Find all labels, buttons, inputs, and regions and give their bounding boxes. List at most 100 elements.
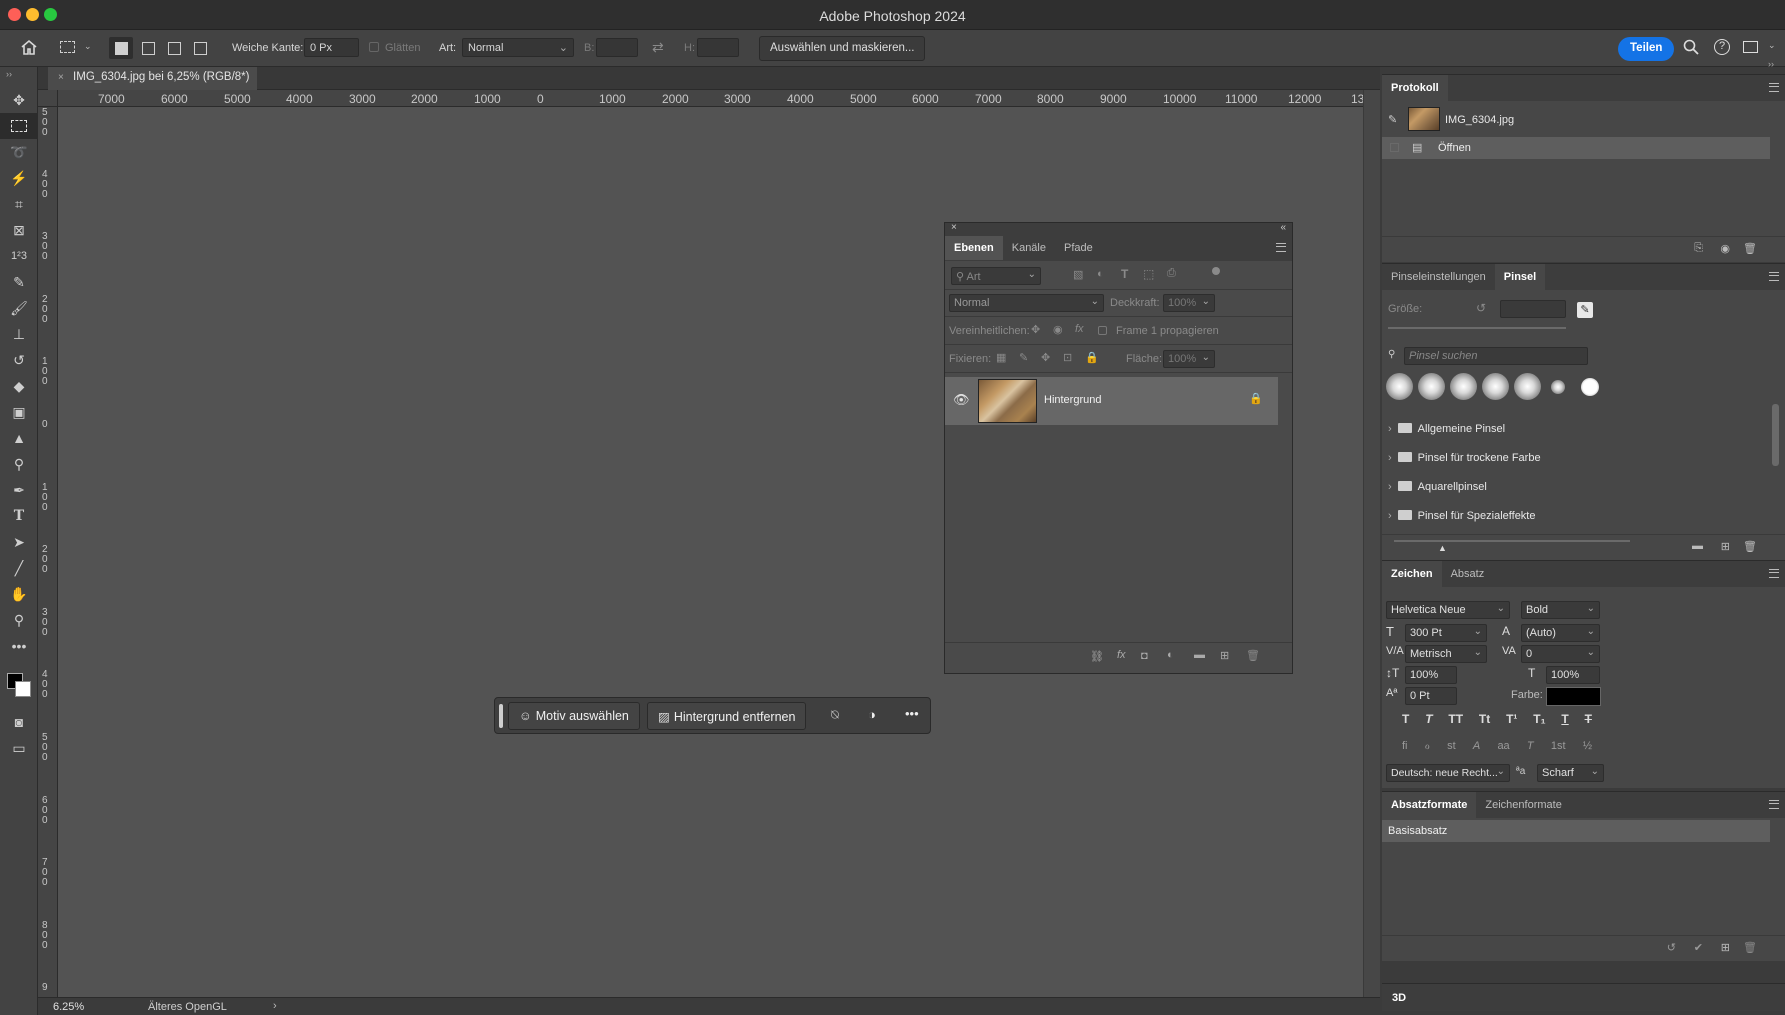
size-input[interactable] (1500, 300, 1566, 318)
kerning-select[interactable]: Metrisch ⌄ (1405, 645, 1487, 663)
close-icon[interactable]: × (951, 222, 957, 233)
stylistic-alternates-button[interactable]: aa (1497, 740, 1509, 752)
filter-pixel-icon[interactable]: ▧ (1073, 268, 1083, 281)
collapse-icon[interactable]: ›› (1768, 59, 1774, 69)
ordinals-button[interactable]: 1st (1551, 740, 1566, 752)
home-icon[interactable] (20, 39, 38, 58)
lasso-tool-icon[interactable]: ➰ (0, 139, 38, 165)
new-selection-button[interactable] (109, 37, 133, 59)
brush-tool-icon[interactable]: 🖌 (0, 295, 38, 321)
horizontal-scale-input[interactable]: 100% (1546, 666, 1600, 684)
opacity-input[interactable]: 100% ⌄ (1163, 294, 1215, 312)
path-select-tool-icon[interactable]: ➤ (0, 529, 38, 555)
discretionary-ligatures-button[interactable]: st (1447, 740, 1456, 752)
select-subject-button[interactable]: ☺ Motiv auswählen (508, 702, 640, 730)
color-swatches[interactable] (0, 659, 37, 709)
lock-artboard-icon[interactable]: ⊡ (1063, 351, 1072, 364)
subscript-button[interactable]: T₁ (1533, 712, 1545, 726)
help-icon[interactable]: ? (1714, 39, 1730, 55)
tab-history[interactable]: Protokoll (1382, 75, 1448, 101)
add-to-selection-icon[interactable] (142, 42, 155, 55)
baseline-shift-input[interactable]: 0 Pt (1405, 687, 1457, 705)
tab-brush-settings[interactable]: Pinseleinstellungen (1382, 264, 1495, 290)
panel-menu-icon[interactable] (1769, 272, 1779, 281)
brush-group[interactable]: › Pinsel für Spezialeffekte (1388, 503, 1774, 532)
height-input[interactable] (697, 38, 739, 57)
tab-character[interactable]: Zeichen (1382, 561, 1442, 587)
layer-filter-select[interactable]: ⚲ Art ⌄ (951, 267, 1041, 285)
filter-adjustment-icon[interactable]: ◐ (1097, 268, 1104, 280)
brush-group[interactable]: › Aquarellpinsel (1388, 474, 1774, 503)
close-tab-icon[interactable]: × (58, 72, 64, 83)
document-tab[interactable]: × IMG_6304.jpg bei 6,25% (RGB/8*) (48, 67, 258, 90)
trash-icon[interactable]: 🗑 (1246, 649, 1260, 662)
brush-preset[interactable] (1450, 373, 1477, 400)
lock-all-icon[interactable]: 🔒 (1085, 351, 1099, 364)
tab-paths[interactable]: Pfade (1055, 236, 1102, 260)
underline-button[interactable]: T (1561, 712, 1568, 726)
brush-preset[interactable] (1581, 378, 1599, 396)
layer-name[interactable]: Hintergrund (1044, 394, 1101, 406)
new-brush-icon[interactable]: ⊞ (1721, 540, 1730, 553)
3d-panel-tab[interactable]: 3D (1382, 983, 1785, 1011)
unify-position-icon[interactable]: ✥ (1031, 323, 1040, 336)
old-style-button[interactable]: ℴ (1425, 739, 1430, 752)
collapse-icon[interactable]: ›› (0, 67, 37, 87)
folder-icon[interactable]: ▬ (1692, 540, 1703, 552)
adjustment-layer-icon[interactable]: ◐ (1167, 649, 1174, 661)
panel-menu-icon[interactable] (1769, 83, 1779, 92)
pen-tool-icon[interactable]: ✒ (0, 477, 38, 503)
background-color[interactable] (15, 681, 31, 697)
new-style-icon[interactable]: ⊞ (1721, 941, 1730, 954)
add-mask-icon[interactable]: ◘ (1141, 650, 1148, 662)
strikethrough-button[interactable]: T (1585, 712, 1592, 726)
check-icon[interactable]: ✔ (1694, 941, 1703, 954)
brush-preset[interactable] (1386, 373, 1413, 400)
unify-style-icon[interactable]: fx (1075, 323, 1084, 335)
reset-icon[interactable]: ↺ (1667, 941, 1676, 954)
ligatures-button[interactable]: fi (1402, 740, 1408, 752)
screen-mode-icon[interactable]: ▭ (0, 735, 38, 761)
marquee-tool-icon[interactable] (0, 113, 38, 139)
vertical-scrollbar[interactable] (1363, 90, 1380, 997)
history-snapshot[interactable]: ✎ IMG_6304.jpg (1382, 105, 1785, 135)
zoom-tool-icon[interactable]: ⚲ (0, 607, 38, 633)
history-source-icon[interactable] (1390, 143, 1399, 152)
filter-toggle-icon[interactable] (1212, 267, 1220, 275)
small-caps-button[interactable]: Tt (1479, 712, 1490, 726)
new-brush-icon[interactable]: ✎ (1577, 302, 1593, 318)
panel-menu-icon[interactable] (1769, 800, 1779, 809)
transform-icon[interactable]: ⍉ (831, 707, 839, 723)
type-tool-icon[interactable]: T (0, 503, 38, 529)
folder-icon[interactable]: ▬ (1194, 649, 1205, 661)
trash-icon[interactable]: 🗑 (1743, 242, 1757, 255)
font-style-select[interactable]: Bold ⌄ (1521, 601, 1600, 619)
quick-mask-icon[interactable]: ◙ (0, 709, 38, 735)
crop-tool-icon[interactable]: ⌗ (0, 191, 38, 217)
stamp-tool-icon[interactable]: ⊥ (0, 321, 38, 347)
chevron-down-icon[interactable]: ⌄ (1768, 40, 1776, 51)
magic-wand-tool-icon[interactable]: ⚡ (0, 165, 38, 191)
line-tool-icon[interactable]: ╱ (0, 555, 38, 581)
slider-thumb[interactable]: ▲ (1438, 543, 1447, 553)
link-layers-icon[interactable]: ⛓ (1090, 650, 1104, 663)
antialias-select[interactable]: Scharf ⌄ (1537, 764, 1604, 782)
count-tool-icon[interactable]: 1²3 (0, 243, 38, 269)
chevron-right-icon[interactable]: › (273, 1000, 277, 1012)
more-options-icon[interactable]: ••• (905, 706, 919, 721)
faux-italic-button[interactable]: T (1425, 712, 1432, 726)
history-brush-tool-icon[interactable]: ↺ (0, 347, 38, 373)
fx-icon[interactable]: fx (1117, 649, 1126, 661)
history-state[interactable]: ▤ Öffnen (1382, 137, 1770, 159)
camera-icon[interactable]: ◉ (1720, 242, 1730, 255)
propagate-checkbox[interactable] (1098, 326, 1107, 335)
search-icon[interactable] (1683, 39, 1699, 58)
brush-group[interactable]: › Allgemeine Pinsel (1388, 416, 1774, 445)
intersect-selection-icon[interactable] (194, 42, 207, 55)
hand-tool-icon[interactable]: ✋ (0, 581, 38, 607)
move-tool-icon[interactable]: ✥ (0, 87, 38, 113)
new-layer-icon[interactable]: ⊞ (1220, 649, 1229, 662)
brush-preset[interactable] (1482, 373, 1509, 400)
select-and-mask-button[interactable]: Auswählen und maskieren... (759, 36, 926, 61)
frame-tool-icon[interactable]: ⊠ (0, 217, 38, 243)
